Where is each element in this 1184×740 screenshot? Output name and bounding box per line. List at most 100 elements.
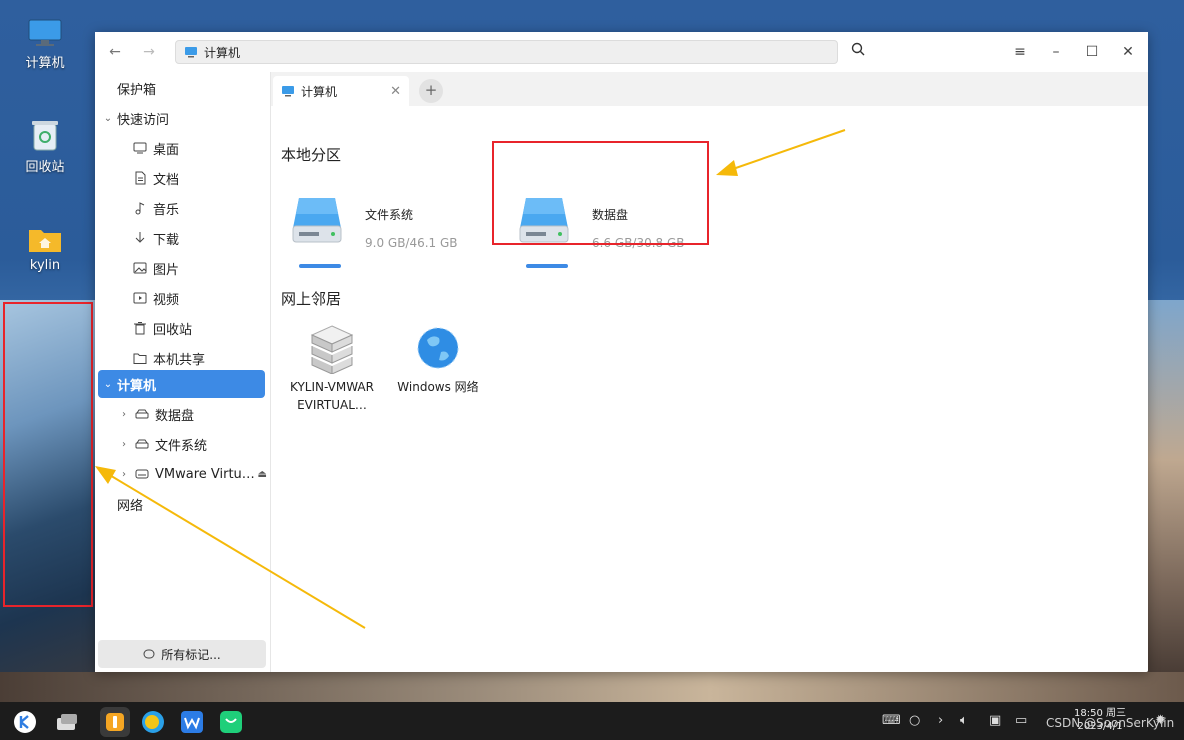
taskbar: ⌨ ○ › 🔈︎ ▣ ▭ 18:50 周三 2023/4/1 ✹ (0, 702, 1184, 740)
sidebar-item-label: 文件系统 (155, 438, 208, 454)
desktop-icon-home[interactable]: kylin (10, 224, 80, 273)
chevron-right-icon[interactable]: › (117, 439, 131, 450)
chevron-right-icon[interactable]: › (117, 469, 131, 480)
sidebar-item-pictures[interactable]: 图片 (133, 254, 179, 282)
chevron-right-icon[interactable]: › (117, 409, 131, 420)
picture-icon (133, 262, 147, 274)
all-tags-button[interactable]: 所有标记... (98, 640, 266, 668)
menu-button[interactable]: ≡ (1010, 42, 1030, 62)
sidebar: 保护箱 ⌄ 快速访问 桌面 文档 音乐 下载 图片 视频 回收站 本机共享 ⌄ … (95, 72, 270, 672)
computer-icon (185, 47, 197, 58)
file-manager-taskbar-button[interactable] (100, 707, 130, 737)
eject-icon[interactable]: ⏏ (258, 469, 267, 480)
watermark: CSDN @SoonSerKylin (1046, 716, 1175, 730)
chevron-down-icon[interactable]: ⌄ (101, 379, 115, 390)
sidebar-item-network[interactable]: 网络 (117, 490, 143, 518)
drive-filesystem[interactable]: 文件系统 9.0 GB/46.1 GB (277, 178, 477, 268)
video-icon (133, 292, 147, 304)
sidebar-item-label: 桌面 (153, 142, 180, 158)
computer-icon (28, 19, 62, 46)
multitask-view-button[interactable] (52, 707, 82, 737)
multitask-icon (57, 714, 77, 730)
address-bar[interactable]: 计算机 (175, 40, 838, 64)
sidebar-item-quick-access[interactable]: ⌄ 快速访问 (101, 104, 169, 132)
computer-icon (282, 86, 294, 97)
forward-button[interactable]: → (139, 42, 159, 62)
desktop-icon-trash[interactable]: 回收站 (10, 118, 80, 175)
network-item-label-line2: EVIRTUAL… (297, 398, 367, 412)
sidebar-item-label: 快速访问 (117, 112, 170, 128)
sidebar-item-data-disk[interactable]: › 数据盘 (117, 400, 194, 428)
sidebar-item-trash[interactable]: 回收站 (133, 314, 192, 342)
drive-icon (135, 409, 149, 419)
sidebar-item-filesystem[interactable]: › 文件系统 (117, 430, 207, 458)
maximize-button[interactable]: ☐ (1082, 42, 1102, 62)
browser-taskbar-button[interactable] (138, 707, 168, 737)
sidebar-item-music[interactable]: 音乐 (133, 194, 179, 222)
input-method-icon[interactable]: ⌨ (882, 713, 901, 728)
document-icon (135, 171, 146, 185)
sidebar-item-label: 文档 (153, 172, 180, 188)
close-button[interactable]: ✕ (1118, 42, 1138, 62)
titlebar: ← → 计算机 ≡ – ☐ ✕ (95, 32, 1148, 72)
home-folder-icon (29, 230, 61, 252)
kylin-logo-icon (14, 711, 36, 733)
sidebar-item-label: 本机共享 (153, 352, 206, 368)
wps-taskbar-button[interactable] (177, 707, 207, 737)
search-icon (851, 42, 865, 56)
drive-usage-bar (299, 264, 341, 268)
desktop-icon-label: 计算机 (25, 56, 65, 71)
volume-icon[interactable]: 🔈︎ (960, 713, 968, 728)
sidebar-item-vmware[interactable]: › VMware Virtu… ⏏ (117, 460, 267, 488)
tag-icon (143, 649, 155, 659)
globe-icon (417, 327, 459, 369)
sidebar-item-label: 下载 (153, 232, 180, 248)
store-icon (220, 711, 242, 733)
minimize-button[interactable]: – (1046, 42, 1066, 62)
sidebar-item-computer[interactable]: ⌄ 计算机 (98, 370, 265, 398)
sidebar-item-safebox[interactable]: 保护箱 (117, 74, 156, 102)
folder-icon (133, 353, 147, 364)
network-item-label-line1: KYLIN-VMWAR (290, 380, 374, 394)
sidebar-item-shared[interactable]: 本机共享 (133, 344, 205, 372)
software-store-taskbar-button[interactable] (216, 707, 246, 737)
server-icon (310, 325, 354, 374)
tab-bar: 计算机 ✕ + (271, 72, 1148, 106)
sidebar-item-label: 图片 (153, 262, 180, 278)
network-item-kylin[interactable]: KYLIN-VMWAR EVIRTUAL… (287, 322, 377, 414)
sidebar-item-label: 回收站 (153, 322, 193, 338)
sidebar-item-label: VMware Virtu… (155, 466, 255, 482)
notification-icon[interactable]: ▭ (1015, 713, 1027, 728)
network-item-windows[interactable]: Windows 网络 (393, 322, 483, 396)
desktop-icon-label: kylin (29, 258, 61, 273)
search-icon[interactable]: ○ (909, 713, 920, 728)
cdrom-icon (135, 469, 149, 479)
start-menu-button[interactable] (10, 707, 40, 737)
add-tab-button[interactable]: + (419, 79, 443, 103)
tab-computer[interactable]: 计算机 ✕ (273, 76, 409, 106)
drive-size: 9.0 GB/46.1 GB (365, 236, 458, 250)
wps-icon (181, 711, 203, 733)
search-button[interactable] (848, 42, 868, 62)
local-partitions-heading: 本地分区 (281, 146, 342, 164)
sidebar-item-documents[interactable]: 文档 (133, 164, 179, 192)
sidebar-item-downloads[interactable]: 下载 (133, 224, 179, 252)
main-content: 计算机 ✕ + 本地分区 文件系统 9.0 GB/46.1 GB 数据盘 6.6… (270, 72, 1148, 672)
sidebar-item-videos[interactable]: 视频 (133, 284, 179, 312)
sidebar-item-label: 音乐 (153, 202, 180, 218)
trash-icon (134, 322, 146, 335)
tray-expand-icon[interactable]: › (938, 713, 943, 728)
tab-label: 计算机 (301, 84, 338, 99)
back-button[interactable]: ← (105, 42, 125, 62)
tab-close-icon[interactable]: ✕ (390, 84, 401, 99)
drive-name: 文件系统 (365, 208, 414, 222)
sidebar-item-desktop[interactable]: 桌面 (133, 134, 179, 162)
desktop-wallpaper-right (1148, 300, 1184, 700)
sidebar-item-label: 视频 (153, 292, 180, 308)
network-icon[interactable]: ▣ (989, 713, 1001, 728)
desktop-icon-computer[interactable]: 计算机 (10, 18, 80, 71)
music-icon (135, 202, 145, 215)
desktop-wallpaper-bottom (0, 672, 1184, 702)
chevron-down-icon[interactable]: ⌄ (101, 113, 115, 124)
network-neighborhood-heading: 网上邻居 (281, 290, 342, 308)
